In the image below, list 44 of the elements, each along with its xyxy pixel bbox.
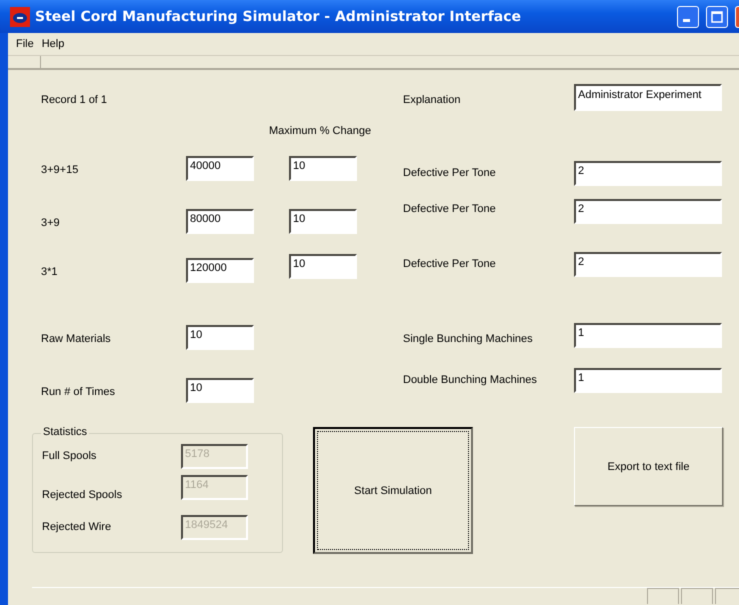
- machine-field[interactable]: 1: [574, 368, 722, 393]
- percent-field[interactable]: 10: [289, 254, 357, 279]
- quantity-field[interactable]: 80000: [186, 209, 254, 234]
- input-field[interactable]: 10: [186, 325, 254, 350]
- machine-label: Double Bunching Machines: [403, 373, 538, 386]
- explanation-label: Explanation: [403, 93, 462, 106]
- statistic-label: Rejected Spools: [42, 488, 124, 501]
- statistic-field: 5178: [181, 444, 248, 469]
- minimize-icon: [682, 19, 690, 22]
- menu-item[interactable]: File: [12, 38, 38, 50]
- window-title: Steel Cord Manufacturing Simulator - Administrator Interface: [35, 8, 522, 24]
- product-label: 3*1: [41, 265, 59, 278]
- machine-field[interactable]: 1: [574, 323, 722, 348]
- defect-field[interactable]: 2: [574, 161, 722, 186]
- percent-field[interactable]: 10: [289, 156, 357, 181]
- group-title: Statistics: [41, 426, 90, 438]
- quantity-field[interactable]: 120000: [186, 258, 254, 283]
- percent-field[interactable]: 10: [289, 209, 357, 234]
- minimize-button[interactable]: [677, 6, 699, 28]
- defect-label: Defective Per Tone: [403, 202, 497, 215]
- menu-item[interactable]: Help: [38, 38, 68, 50]
- input-label: Raw Materials: [41, 332, 112, 345]
- defect-field[interactable]: 2: [574, 252, 722, 277]
- product-label: 3+9: [41, 216, 61, 229]
- quantity-field[interactable]: 40000: [186, 156, 254, 181]
- product-label: 3+9+15: [41, 163, 80, 176]
- input-label: Run # of Times: [41, 385, 116, 398]
- defect-label: Defective Per Tone: [403, 166, 497, 179]
- statistic-label: Full Spools: [42, 449, 98, 462]
- statistic-field: 1164: [181, 475, 248, 500]
- record-label: Record 1 of 1: [41, 94, 108, 106]
- statistic-label: Rejected Wire: [42, 520, 112, 533]
- app-icon: [10, 6, 30, 26]
- column-header: Maximum % Change: [269, 125, 372, 137]
- action-button[interactable]: Start Simulation: [313, 427, 473, 554]
- explanation-field[interactable]: Administrator Experiment: [574, 84, 722, 111]
- maximize-icon: [711, 10, 723, 22]
- defect-field[interactable]: 2: [574, 199, 722, 224]
- maximize-button[interactable]: [706, 6, 728, 28]
- input-field[interactable]: 10: [186, 378, 254, 403]
- defect-label: Defective Per Tone: [403, 257, 497, 270]
- machine-label: Single Bunching Machines: [403, 332, 534, 345]
- statistic-field: 1849524: [181, 515, 248, 540]
- action-button[interactable]: Export to text file: [574, 427, 723, 506]
